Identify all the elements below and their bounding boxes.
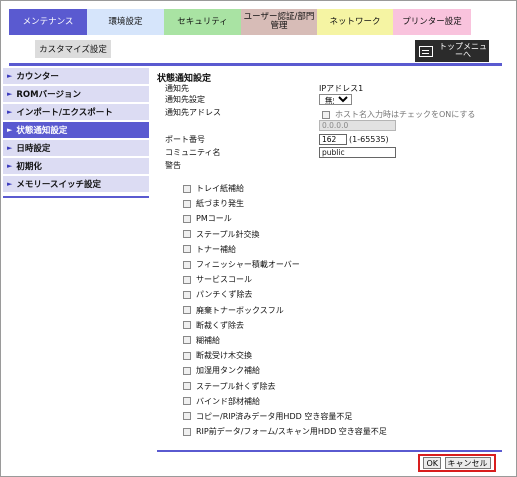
tab-printer[interactable]: プリンター設定 (393, 9, 471, 35)
setting-label: 通知先設定 (165, 95, 205, 104)
alert-checkbox[interactable] (183, 290, 191, 299)
page-title: 状態通知設定 (157, 74, 212, 84)
port-input[interactable] (319, 134, 347, 145)
community-input[interactable] (319, 147, 396, 158)
community-label: コミュニティ名 (165, 148, 221, 157)
arrow-right-icon: ► (7, 72, 13, 80)
alert-checkbox[interactable] (183, 184, 191, 193)
alert-checkbox[interactable] (183, 427, 191, 436)
sidebar-item-memory-switch[interactable]: ► メモリースイッチ設定 (3, 176, 149, 192)
arrow-right-icon: ► (7, 162, 13, 170)
alert-item[interactable]: フィニッシャー積載オーバー (183, 257, 387, 272)
main-tabs: メンテナンス 環境設定 セキュリティ ユーザー認証/部門管理 ネットワーク プリ… (9, 9, 471, 35)
alert-checkbox[interactable] (183, 245, 191, 254)
tab-environment[interactable]: 環境設定 (87, 9, 164, 35)
alert-item[interactable]: バインド部材補給 (183, 394, 387, 409)
setting-row: 通知先設定 無効 (157, 94, 502, 107)
dest-label: 通知先 (165, 84, 189, 93)
alert-item[interactable]: 紙づまり発生 (183, 196, 387, 211)
community-row: コミュニティ名 (157, 147, 502, 160)
tab-security[interactable]: セキュリティ (164, 9, 241, 35)
alert-item[interactable]: 廃棄トナーボックスフル (183, 303, 387, 318)
alert-checkbox[interactable] (183, 366, 191, 375)
sidebar: ► カウンター ► ROMバージョン ► インポート/エクスポート ► 状態通知設定 ►… (3, 68, 149, 198)
alert-item[interactable]: RIP前データ/フォーム/スキャン用HDD 空き容量不足 (183, 424, 387, 439)
cancel-button[interactable]: キャンセル (444, 457, 491, 469)
alert-checkbox[interactable] (183, 351, 191, 360)
sidebar-divider (3, 196, 149, 198)
arrow-right-icon: ► (7, 126, 13, 134)
alert-checkbox[interactable] (183, 306, 191, 315)
arrow-right-icon: ► (7, 180, 13, 188)
alert-checkbox[interactable] (183, 199, 191, 208)
footer-divider (157, 450, 502, 452)
address-input[interactable] (319, 120, 396, 131)
alert-checkbox[interactable] (183, 230, 191, 239)
alert-item[interactable]: 断裁くず除去 (183, 318, 387, 333)
sidebar-item-rom-version[interactable]: ► ROMバージョン (3, 86, 149, 102)
dest-row: 通知先 IPアドレス1 (157, 83, 502, 94)
alert-checkbox[interactable] (183, 412, 191, 421)
alert-checkbox[interactable] (183, 321, 191, 330)
sidebar-item-datetime[interactable]: ► 日時設定 (3, 140, 149, 156)
header-divider (9, 63, 502, 66)
alert-item[interactable]: トナー補給 (183, 242, 387, 257)
alert-item[interactable]: トレイ紙補給 (183, 181, 387, 196)
sidebar-item-initialize[interactable]: ► 初期化 (3, 158, 149, 174)
alert-checkbox[interactable] (183, 275, 191, 284)
tab-maintenance[interactable]: メンテナンス (9, 9, 87, 35)
alert-item[interactable]: コピー/RIP済みデータ用HDD 空き容量不足 (183, 409, 387, 424)
alert-item[interactable]: パンチくず除去 (183, 287, 387, 302)
alert-item[interactable]: 糊補給 (183, 333, 387, 348)
alert-checkbox[interactable] (183, 397, 191, 406)
tab-network[interactable]: ネットワーク (317, 9, 393, 35)
port-row: ポート番号 (1-65535) (157, 134, 502, 147)
alert-item[interactable]: ステープル針交換 (183, 227, 387, 242)
alert-checkbox[interactable] (183, 336, 191, 345)
ok-button[interactable]: OK (423, 457, 442, 469)
alert-label: 警告 (165, 161, 181, 170)
sidebar-item-status-notification[interactable]: ► 状態通知設定 (3, 122, 149, 138)
address-row: 通知先アドレス ホスト名入力時はチェックをONにする (157, 107, 502, 119)
alert-checkbox[interactable] (183, 214, 191, 223)
port-range: (1-65535) (349, 135, 389, 144)
alert-list: トレイ紙補給 紙づまり発生 PMコール ステープル針交換 トナー補給 フィニッシ… (183, 181, 387, 439)
top-menu-icon (419, 45, 433, 57)
alert-item[interactable]: ステープル針くず除去 (183, 378, 387, 393)
top-menu-button[interactable]: トップメニューへ (415, 40, 489, 62)
notification-setting-select[interactable]: 無効 (319, 94, 352, 105)
address-label: 通知先アドレス (165, 108, 221, 117)
tab-customize[interactable]: カスタマイズ設定 (35, 40, 111, 58)
sidebar-item-import-export[interactable]: ► インポート/エクスポート (3, 104, 149, 120)
dest-value: IPアドレス1 (319, 84, 364, 93)
sidebar-item-counter[interactable]: ► カウンター (3, 68, 149, 84)
action-buttons: OK キャンセル (418, 454, 496, 472)
alert-row: 警告 (157, 160, 502, 171)
port-label: ポート番号 (165, 135, 205, 144)
top-menu-label: トップメニューへ (439, 42, 487, 59)
alert-item[interactable]: PMコール (183, 211, 387, 226)
address-input-row (157, 118, 502, 134)
alert-checkbox[interactable] (183, 382, 191, 391)
alert-item[interactable]: 加湿用タンク補給 (183, 363, 387, 378)
tab-user-auth[interactable]: ユーザー認証/部門管理 (241, 9, 317, 35)
arrow-right-icon: ► (7, 90, 13, 98)
alert-checkbox[interactable] (183, 260, 191, 269)
arrow-right-icon: ► (7, 108, 13, 116)
arrow-right-icon: ► (7, 144, 13, 152)
alert-item[interactable]: 断裁受け木交換 (183, 348, 387, 363)
main-content: 状態通知設定 通知先 IPアドレス1 通知先設定 無効 通知先アドレス ホスト名… (157, 71, 502, 171)
alert-item[interactable]: サービスコール (183, 272, 387, 287)
